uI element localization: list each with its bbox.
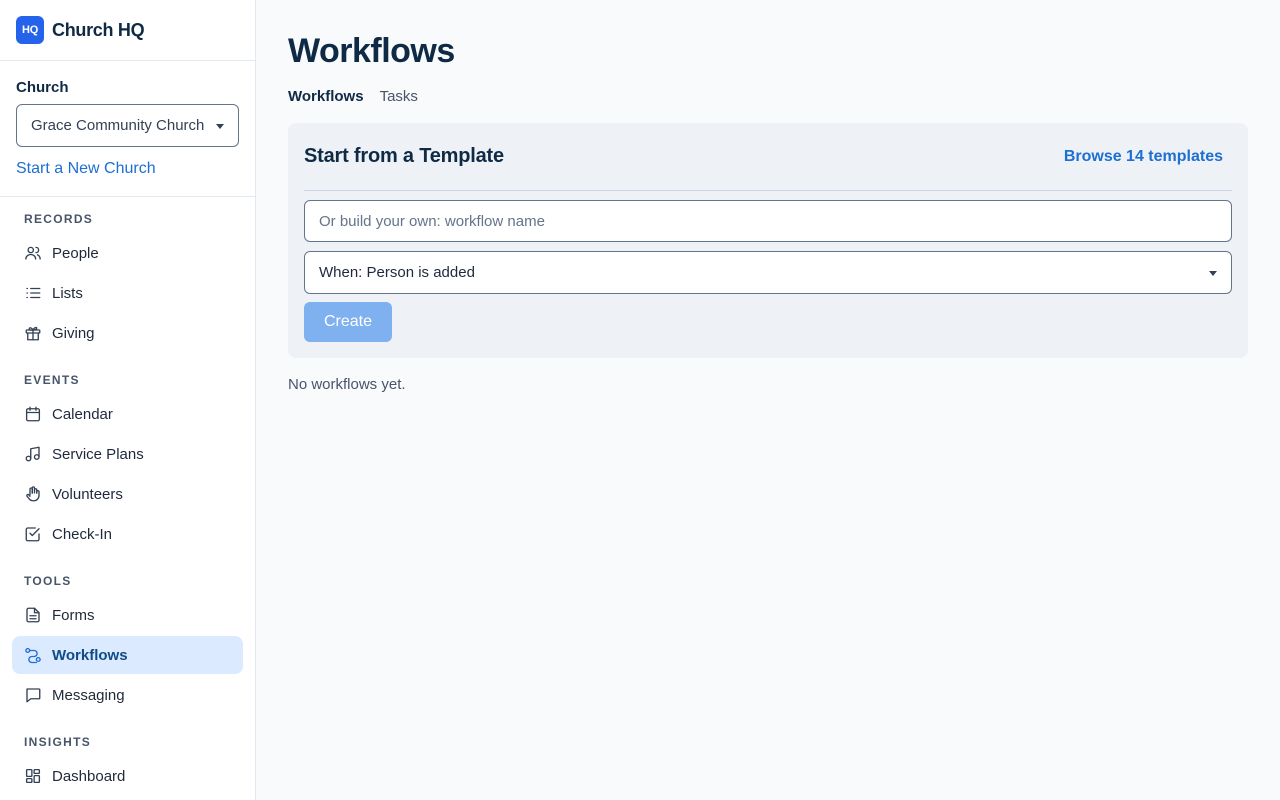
empty-state-message: No workflows yet.	[288, 376, 406, 393]
nav-section-records: RECORDS	[24, 212, 94, 226]
sidebar-item-forms[interactable]: Forms	[12, 596, 243, 634]
nav-section-events: EVENTS	[24, 373, 80, 387]
sidebar-item-label: Messaging	[52, 686, 125, 704]
template-card-title: Start from a Template	[304, 145, 504, 167]
hand-icon	[24, 485, 42, 503]
nav-section-insights: INSIGHTS	[24, 735, 92, 749]
sidebar-item-volunteers[interactable]: Volunteers	[12, 475, 243, 513]
sidebar-item-calendar[interactable]: Calendar	[12, 395, 243, 433]
sidebar-item-giving[interactable]: Giving	[12, 314, 243, 352]
sidebar-item-lists[interactable]: Lists	[12, 274, 243, 312]
trigger-select-value: When: Person is added	[319, 264, 475, 281]
users-icon	[24, 244, 42, 262]
brand-header: HQ Church HQ	[0, 0, 255, 61]
page-title: Workflows	[288, 32, 455, 70]
workflow-icon	[24, 646, 42, 664]
church-select-value: Grace Community Church (	[31, 117, 209, 134]
list-icon	[24, 284, 42, 302]
browse-templates-link[interactable]: Browse 14 templates	[1064, 148, 1223, 166]
workflow-name-input[interactable]	[304, 200, 1232, 242]
chevron-down-icon	[216, 124, 224, 129]
tab-tasks[interactable]: Tasks	[380, 87, 418, 107]
page-tabs: Workflows Tasks	[288, 87, 418, 107]
template-card: Start from a Template Browse 14 template…	[288, 123, 1248, 358]
church-switcher: Church Grace Community Church ( Start a …	[0, 61, 255, 197]
sidebar-item-messaging[interactable]: Messaging	[12, 676, 243, 714]
sidebar-item-service-plans[interactable]: Service Plans	[12, 435, 243, 473]
message-icon	[24, 686, 42, 704]
sidebar-item-label: Service Plans	[52, 445, 144, 463]
main-content: Workflows Workflows Tasks Start from a T…	[256, 0, 1280, 800]
start-new-church-link[interactable]: Start a New Church	[16, 159, 239, 179]
chevron-down-icon	[1209, 271, 1217, 276]
sidebar-item-dashboard[interactable]: Dashboard	[12, 757, 243, 795]
template-card-header: Start from a Template Browse 14 template…	[304, 123, 1232, 191]
check-square-icon	[24, 525, 42, 543]
church-label: Church	[16, 79, 69, 96]
sidebar-item-label: People	[52, 244, 99, 262]
church-select[interactable]: Grace Community Church (	[16, 104, 239, 147]
sidebar-item-check-in[interactable]: Check-In	[12, 515, 243, 553]
trigger-select[interactable]: When: Person is added	[304, 251, 1232, 294]
dashboard-icon	[24, 767, 42, 785]
tab-workflows[interactable]: Workflows	[288, 87, 364, 107]
sidebar-item-workflows[interactable]: Workflows	[12, 636, 243, 674]
document-icon	[24, 606, 42, 624]
sidebar: HQ Church HQ Church Grace Community Chur…	[0, 0, 256, 800]
nav-section-tools: TOOLS	[24, 574, 72, 588]
sidebar-item-label: Workflows	[52, 646, 128, 664]
sidebar-item-label: Dashboard	[52, 767, 126, 785]
music-note-icon	[24, 445, 42, 463]
brand-name[interactable]: Church HQ	[52, 20, 145, 41]
sidebar-nav: RECORDS People Lists Giving EVENTS Calen…	[0, 197, 255, 795]
sidebar-item-label: Giving	[52, 324, 95, 342]
sidebar-item-label: Calendar	[52, 405, 113, 423]
brand-logo[interactable]: HQ	[16, 16, 44, 44]
sidebar-item-label: Forms	[52, 606, 95, 624]
sidebar-item-label: Check-In	[52, 525, 113, 543]
sidebar-item-label: Volunteers	[52, 485, 123, 503]
sidebar-item-label: Lists	[52, 284, 83, 302]
calendar-icon	[24, 405, 42, 423]
create-button[interactable]: Create	[304, 302, 392, 342]
sidebar-item-people[interactable]: People	[12, 234, 243, 272]
gift-icon	[24, 324, 42, 342]
